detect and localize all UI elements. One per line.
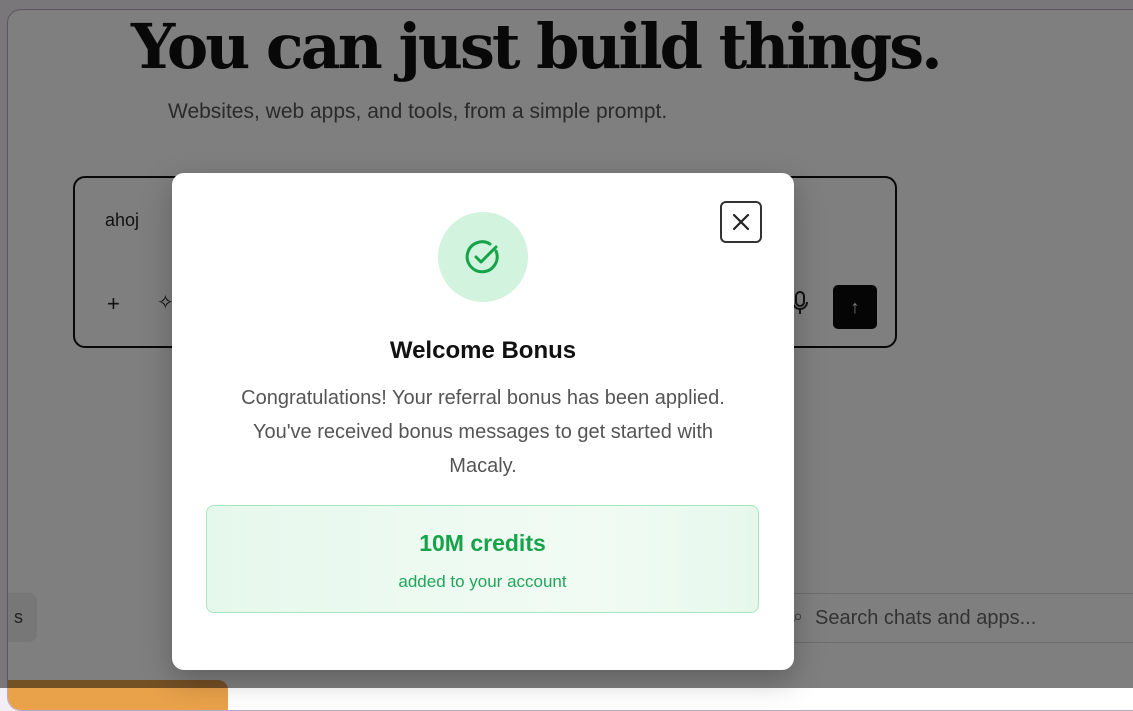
close-button[interactable] [720,201,762,243]
modal-title: Welcome Bonus [389,337,577,364]
credits-box: 10M credits added to your account [206,505,759,613]
credits-note: added to your account [398,572,567,591]
check-circle-icon [438,212,528,302]
credits-amount: 10M credits [419,530,546,556]
welcome-bonus-modal: Welcome Bonus Congratulations! Your refe… [172,173,794,670]
modal-body-text: Congratulations! Your referral bonus has… [241,387,725,477]
close-icon [732,213,750,231]
check-icon [465,240,499,274]
